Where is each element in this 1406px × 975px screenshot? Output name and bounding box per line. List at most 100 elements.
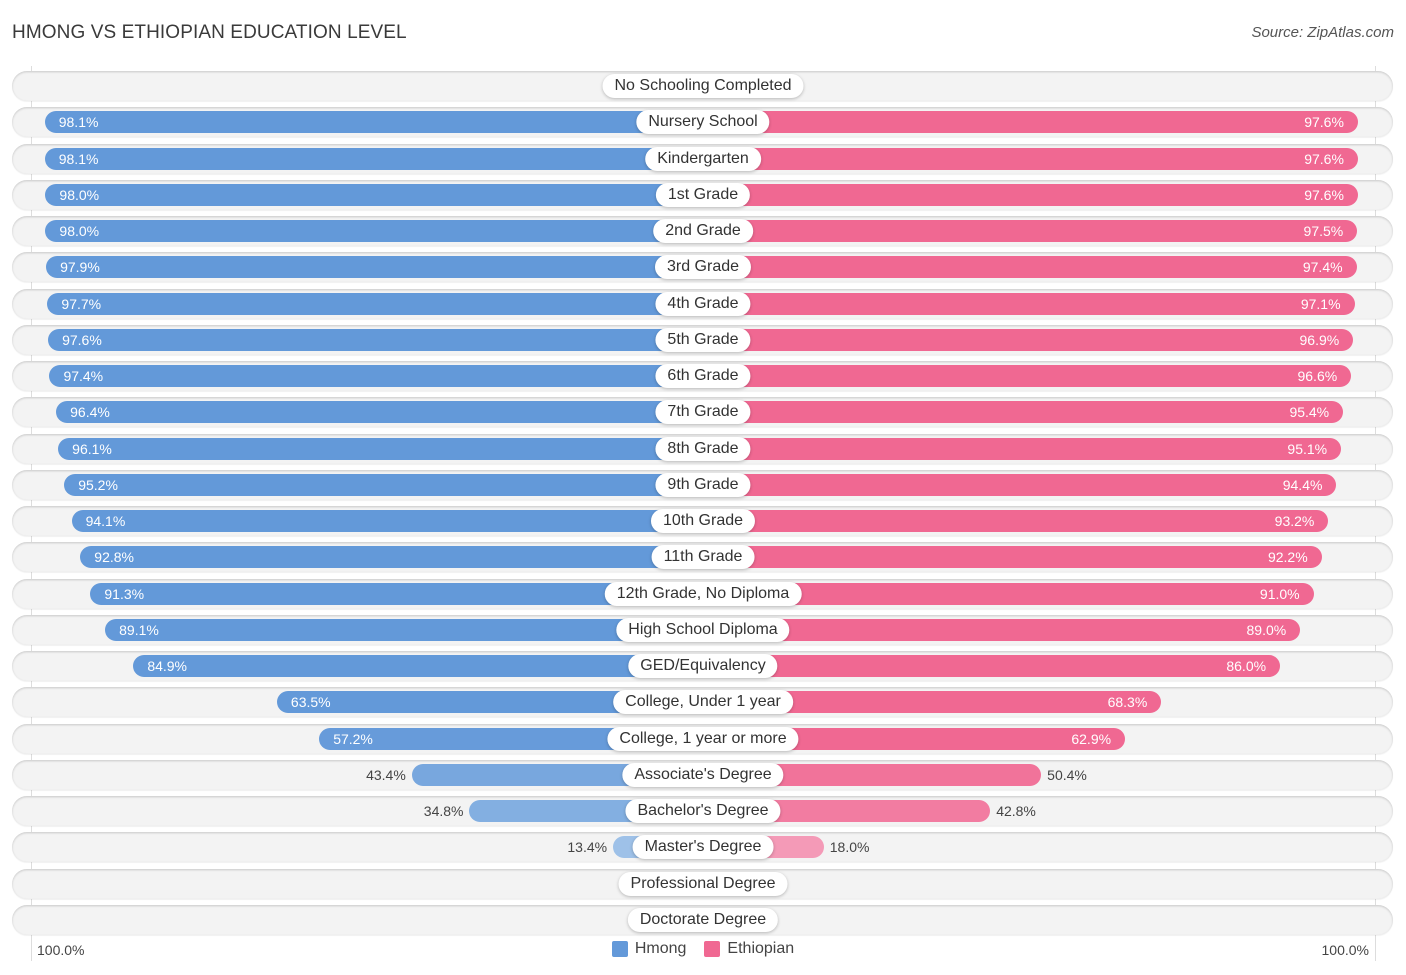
ethiopian-value-label: 95.4% [1289, 404, 1330, 421]
legend-label-hmong: Hmong [634, 940, 687, 957]
hmong-bar[interactable] [80, 546, 703, 569]
category-label: 2nd Grade [653, 219, 753, 244]
ethiopian-value-label: 97.6% [1304, 114, 1344, 131]
hmong-value-label: 94.1% [85, 513, 126, 530]
ethiopian-bar[interactable] [703, 147, 1358, 170]
category-label: Master's Degree [632, 835, 774, 860]
legend-swatch-ethiopian [704, 941, 721, 957]
ethiopian-value-label: 42.8% [996, 803, 1036, 820]
category-label: 8th Grade [655, 436, 751, 461]
ethiopian-bar[interactable] [703, 618, 1301, 641]
hmong-bar[interactable] [45, 220, 703, 243]
ethiopian-bar[interactable] [703, 183, 1358, 206]
hmong-bar[interactable] [133, 655, 703, 678]
ethiopian-value-label: 97.6% [1304, 186, 1344, 203]
hmong-value-label: 97.9% [60, 259, 100, 276]
ethiopian-value-label: 62.9% [1071, 730, 1112, 747]
ethiopian-value-label: 97.1% [1300, 295, 1341, 312]
hmong-bar[interactable] [47, 292, 703, 315]
category-label: 5th Grade [655, 327, 751, 352]
ethiopian-value-label: 92.2% [1267, 549, 1308, 566]
hmong-value-label: 98.0% [59, 186, 100, 203]
hmong-value-label: 98.1% [58, 150, 99, 167]
hmong-bar[interactable] [44, 147, 703, 170]
ethiopian-bar[interactable] [703, 365, 1352, 388]
category-label: 11th Grade [651, 545, 755, 570]
category-label: Associate's Degree [622, 762, 784, 787]
category-label: Nursery School [636, 110, 770, 135]
category-label: 7th Grade [655, 400, 751, 425]
hmong-bar[interactable] [48, 328, 703, 351]
hmong-bar[interactable] [49, 365, 703, 388]
legend-label-ethiopian: Ethiopian [727, 940, 795, 957]
ethiopian-value-label: 50.4% [1047, 766, 1087, 783]
hmong-value-label: 95.2% [78, 476, 118, 493]
category-label: 6th Grade [655, 364, 751, 389]
ethiopian-bar[interactable] [703, 401, 1344, 424]
hmong-value-label: 84.9% [147, 658, 188, 675]
category-label: Bachelor's Degree [625, 799, 781, 824]
ethiopian-value-label: 18.0% [829, 839, 870, 856]
source-label: Source: ZipAtlas.com [1251, 24, 1394, 41]
ethiopian-value-label: 97.5% [1303, 223, 1344, 240]
hmong-value-label: 13.4% [567, 839, 608, 856]
category-label: GED/Equivalency [628, 654, 778, 679]
category-label: 1st Grade [655, 182, 751, 207]
ethiopian-bar[interactable] [703, 546, 1322, 569]
ethiopian-value-label: 68.3% [1107, 694, 1148, 711]
ethiopian-value-label: 94.4% [1282, 476, 1323, 493]
category-label: 9th Grade [655, 472, 751, 497]
hmong-value-label: 91.3% [104, 585, 145, 602]
hmong-value-label: 96.1% [72, 440, 112, 457]
category-label: 12th Grade, No Diploma [604, 581, 802, 606]
ethiopian-value-label: 93.2% [1274, 513, 1315, 530]
ethiopian-bar[interactable] [703, 655, 1281, 678]
ethiopian-bar[interactable] [703, 111, 1358, 134]
category-label: Doctorate Degree [627, 907, 779, 932]
hmong-bar[interactable] [58, 437, 703, 460]
hmong-value-label: 92.8% [94, 549, 134, 566]
ethiopian-value-label: 86.0% [1226, 658, 1267, 675]
hmong-bar[interactable] [45, 183, 703, 206]
hmong-value-label: 43.4% [366, 766, 406, 783]
category-label: 10th Grade [650, 509, 756, 534]
hmong-bar[interactable] [105, 618, 703, 641]
hmong-value-label: 96.4% [70, 404, 110, 421]
legend-item-ethiopian[interactable]: Ethiopian [704, 940, 794, 958]
category-label: 3rd Grade [654, 255, 752, 280]
hmong-bar[interactable] [71, 510, 703, 533]
hmong-value-label: 97.4% [63, 368, 104, 385]
hmong-bar[interactable] [56, 401, 703, 424]
legend-item-hmong[interactable]: Hmong [611, 940, 687, 958]
hmong-bar[interactable] [46, 256, 703, 279]
category-label: College, Under 1 year [613, 690, 793, 715]
ethiopian-bar[interactable] [703, 220, 1358, 243]
hmong-value-label: 57.2% [333, 730, 373, 747]
hmong-value-label: 63.5% [290, 694, 331, 711]
chart-title: HMONG VS ETHIOPIAN EDUCATION LEVEL [12, 22, 407, 43]
hmong-value-label: 97.6% [62, 331, 102, 348]
ethiopian-bar[interactable] [703, 473, 1337, 496]
legend-swatch-hmong [611, 941, 628, 957]
ethiopian-value-label: 97.4% [1302, 259, 1343, 276]
ethiopian-value-label: 89.0% [1246, 621, 1287, 638]
ethiopian-bar[interactable] [703, 256, 1357, 279]
hmong-value-label: 98.0% [59, 223, 100, 240]
hmong-value-label: 34.8% [423, 803, 464, 820]
category-label: Kindergarten [645, 146, 761, 171]
ethiopian-bar[interactable] [703, 328, 1354, 351]
category-label: Professional Degree [618, 871, 788, 896]
ethiopian-bar[interactable] [703, 292, 1355, 315]
category-label: 4th Grade [655, 291, 751, 316]
hmong-bar[interactable] [44, 111, 703, 134]
ethiopian-value-label: 91.0% [1259, 585, 1300, 602]
ethiopian-value-label: 97.6% [1304, 150, 1344, 167]
ethiopian-value-label: 96.9% [1299, 331, 1340, 348]
category-label: No Schooling Completed [602, 74, 804, 98]
hmong-value-label: 89.1% [119, 621, 159, 638]
legend: Hmong Ethiopian [0, 940, 1406, 958]
ethiopian-bar[interactable] [703, 437, 1342, 460]
hmong-value-label: 97.7% [61, 295, 102, 312]
ethiopian-bar[interactable] [703, 510, 1329, 533]
hmong-bar[interactable] [64, 473, 703, 496]
